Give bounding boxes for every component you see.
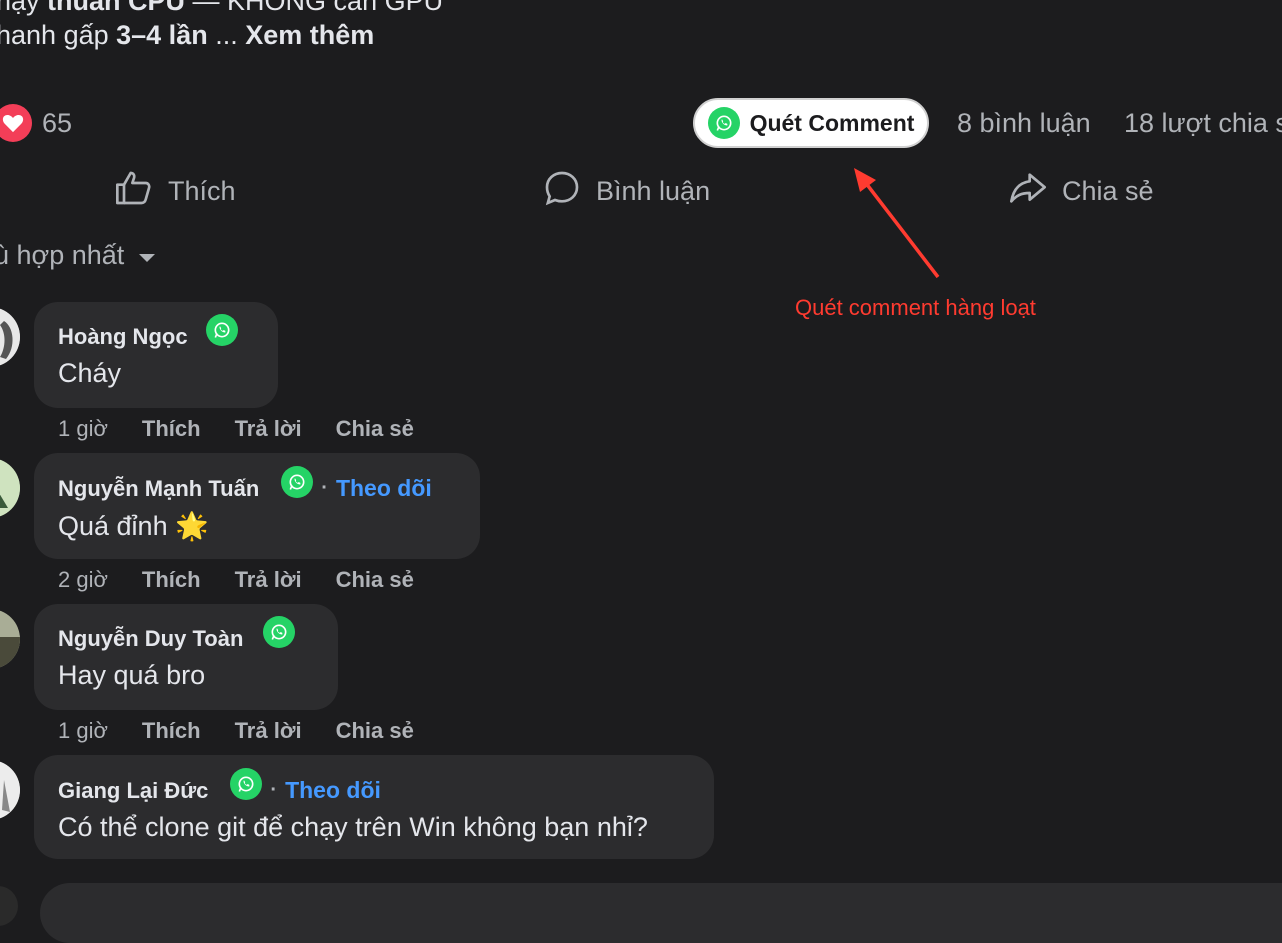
comment-author[interactable]: Giang Lại Đức · Theo dõi [58, 767, 690, 804]
separator-dot: · [270, 779, 278, 801]
scan-comment-label: Quét Comment [749, 109, 915, 136]
share-button[interactable]: Chia sẻ [1008, 168, 1154, 215]
whatsapp-icon[interactable] [230, 767, 263, 800]
like-icon [114, 168, 154, 215]
scan-comment-button[interactable]: Quét Comment [693, 98, 929, 148]
like-button[interactable]: Thích [114, 168, 236, 215]
whatsapp-icon [707, 107, 740, 139]
see-more-link[interactable]: Xem thêm [245, 20, 374, 50]
heart-icon [0, 104, 32, 142]
sort-label: ù hợp nhất [0, 240, 125, 270]
author-name[interactable]: Nguyễn Duy Toàn [58, 626, 243, 652]
comment-actions: 2 giờ Thích Trả lời Chia sẻ [58, 567, 414, 593]
comment-time[interactable]: 1 giờ [58, 718, 108, 744]
comment-author[interactable]: Nguyễn Duy Toàn [58, 616, 314, 652]
comment-input[interactable] [40, 883, 1282, 943]
post-text-segment: hạy [0, 0, 48, 16]
comment-bubble: Hoàng Ngọc Cháy [34, 302, 278, 408]
comment-sort-dropdown[interactable]: ù hợp nhất [0, 240, 156, 271]
annotation-text: Quét comment hàng loạt [795, 295, 1036, 320]
comment-share-button[interactable]: Chia sẻ [336, 416, 414, 442]
comment-label: Bình luận [596, 176, 711, 206]
separator-dot: · [321, 477, 328, 499]
caret-down-icon [138, 240, 156, 271]
share-label: Chia sẻ [1062, 176, 1154, 206]
reaction-summary[interactable]: 65 [0, 104, 72, 142]
whatsapp-icon[interactable] [205, 314, 238, 346]
comment-actions: 1 giờ Thích Trả lời Chia sẻ [58, 416, 414, 442]
comment-actions: 1 giờ Thích Trả lời Chia sẻ [58, 718, 414, 744]
avatar[interactable] [0, 458, 20, 518]
post-text-segment: ... [207, 20, 246, 50]
avatar[interactable] [0, 760, 20, 820]
comment-text: Hay quá bro [58, 660, 206, 690]
follow-link[interactable]: Theo dõi [336, 475, 432, 502]
post-text-segment: — KHÔNG cần GPU [185, 0, 444, 16]
comment-button[interactable]: Bình luận [542, 168, 710, 215]
comment-reply-button[interactable]: Trả lời [235, 718, 302, 744]
post-text-segment: hanh gấp [0, 20, 117, 50]
comment-bubble: Nguyễn Mạnh Tuấn · Theo dõi Quá đỉnh 🌟 [34, 453, 480, 559]
comment-like-button[interactable]: Thích [142, 718, 201, 744]
share-icon [1008, 168, 1048, 215]
share-count[interactable]: 18 lượt chia s [1124, 108, 1282, 139]
comment-author[interactable]: Nguyễn Mạnh Tuấn · Theo dõi [58, 465, 456, 502]
author-name[interactable]: Giang Lại Đức [58, 778, 208, 804]
annotation-arrow [854, 168, 940, 279]
post-text-bold: 3–4 lần [116, 20, 208, 50]
author-name[interactable]: Nguyễn Mạnh Tuấn [58, 476, 259, 502]
avatar[interactable] [0, 886, 18, 926]
author-name[interactable]: Hoàng Ngọc [58, 324, 188, 350]
post-text-bold: thuần CPU [47, 0, 186, 16]
comment-count[interactable]: 8 bình luận [957, 108, 1091, 139]
reaction-count: 65 [42, 107, 73, 138]
comment-author[interactable]: Hoàng Ngọc [58, 314, 254, 350]
comment-share-button[interactable]: Chia sẻ [336, 567, 414, 593]
comment-text: Cháy [58, 358, 122, 388]
follow-link[interactable]: Theo dõi [285, 777, 381, 804]
avatar[interactable] [0, 307, 20, 367]
post-text-line-1: hạy thuần CPU — KHÔNG cần GPU [0, 0, 443, 17]
like-label: Thích [168, 176, 236, 206]
comment-time[interactable]: 2 giờ [58, 567, 108, 593]
comment-reply-button[interactable]: Trả lời [235, 567, 302, 593]
comment-time[interactable]: 1 giờ [58, 416, 108, 442]
comment-bubble: Giang Lại Đức · Theo dõi Có thể clone gi… [34, 755, 714, 859]
whatsapp-icon[interactable] [281, 465, 314, 498]
comment-reply-button[interactable]: Trả lời [235, 416, 302, 442]
comment-like-button[interactable]: Thích [142, 416, 201, 442]
comment-text: Có thể clone git để chạy trên Win không … [58, 812, 648, 842]
comment-icon [542, 168, 582, 215]
comment-text: Quá đỉnh 🌟 [58, 511, 209, 541]
comment-bubble: Nguyễn Duy Toàn Hay quá bro [34, 604, 338, 710]
avatar[interactable] [0, 609, 20, 669]
post-text-line-2: hanh gấp 3–4 lần ... Xem thêm [0, 20, 374, 51]
comment-like-button[interactable]: Thích [142, 567, 201, 593]
comment-share-button[interactable]: Chia sẻ [336, 718, 414, 744]
whatsapp-icon[interactable] [263, 616, 296, 648]
